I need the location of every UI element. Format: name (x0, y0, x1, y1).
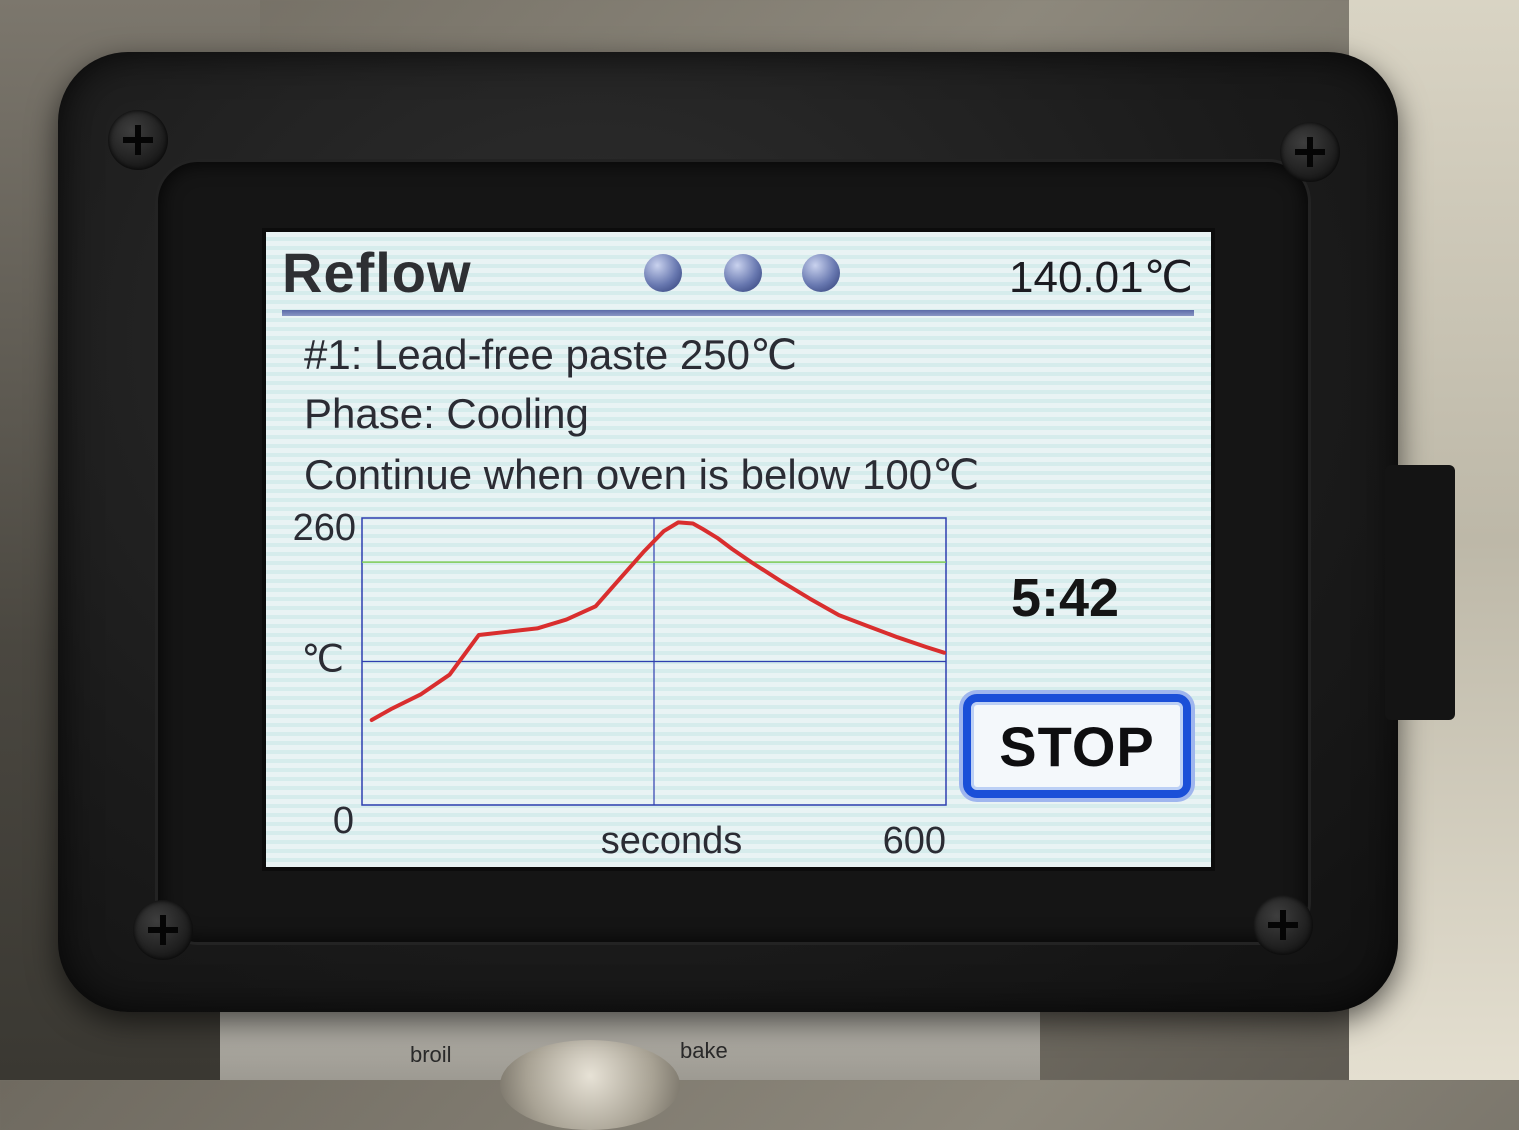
temperature-curve (369, 520, 947, 722)
touch-display: Reflow 140.01℃ #1: Lead-free paste 250℃ … (262, 228, 1215, 871)
oven-dial-knob[interactable] (500, 1040, 680, 1130)
status-dot-icon (644, 254, 682, 292)
oven-label-broil: broil (410, 1042, 452, 1067)
x-axis-label: seconds (601, 820, 743, 862)
elapsed-timer: 5:42 (1011, 568, 1120, 628)
y-tick-label-min: 0 (333, 800, 354, 842)
title-divider (282, 310, 1194, 316)
screw-icon (108, 110, 168, 170)
phase-line: Phase: Cooling (304, 390, 589, 437)
current-temperature: 140.01℃ (1009, 253, 1193, 302)
stop-button-label: STOP (999, 714, 1155, 778)
stop-button[interactable]: STOP (963, 694, 1191, 798)
screw-icon (133, 900, 193, 960)
status-dot-icon (724, 254, 762, 292)
temperature-chart-svg: 260 0 ℃ seconds 600 (293, 507, 947, 862)
oven-label-bake: bake (680, 1038, 728, 1063)
status-dot-icon (802, 254, 840, 292)
instruction-line: Continue when oven is below 100℃ (304, 451, 980, 498)
screw-icon (1253, 895, 1313, 955)
y-tick-label-max: 260 (293, 507, 356, 549)
screw-icon (1280, 122, 1340, 182)
screen-title: Reflow (282, 241, 472, 304)
y-axis-label: ℃ (301, 639, 344, 681)
temperature-chart: 260 0 ℃ seconds 600 (266, 502, 956, 867)
enclosure-side-tab (1385, 465, 1455, 720)
profile-line: #1: Lead-free paste 250℃ (304, 331, 798, 378)
x-tick-label-max: 600 (883, 820, 946, 862)
